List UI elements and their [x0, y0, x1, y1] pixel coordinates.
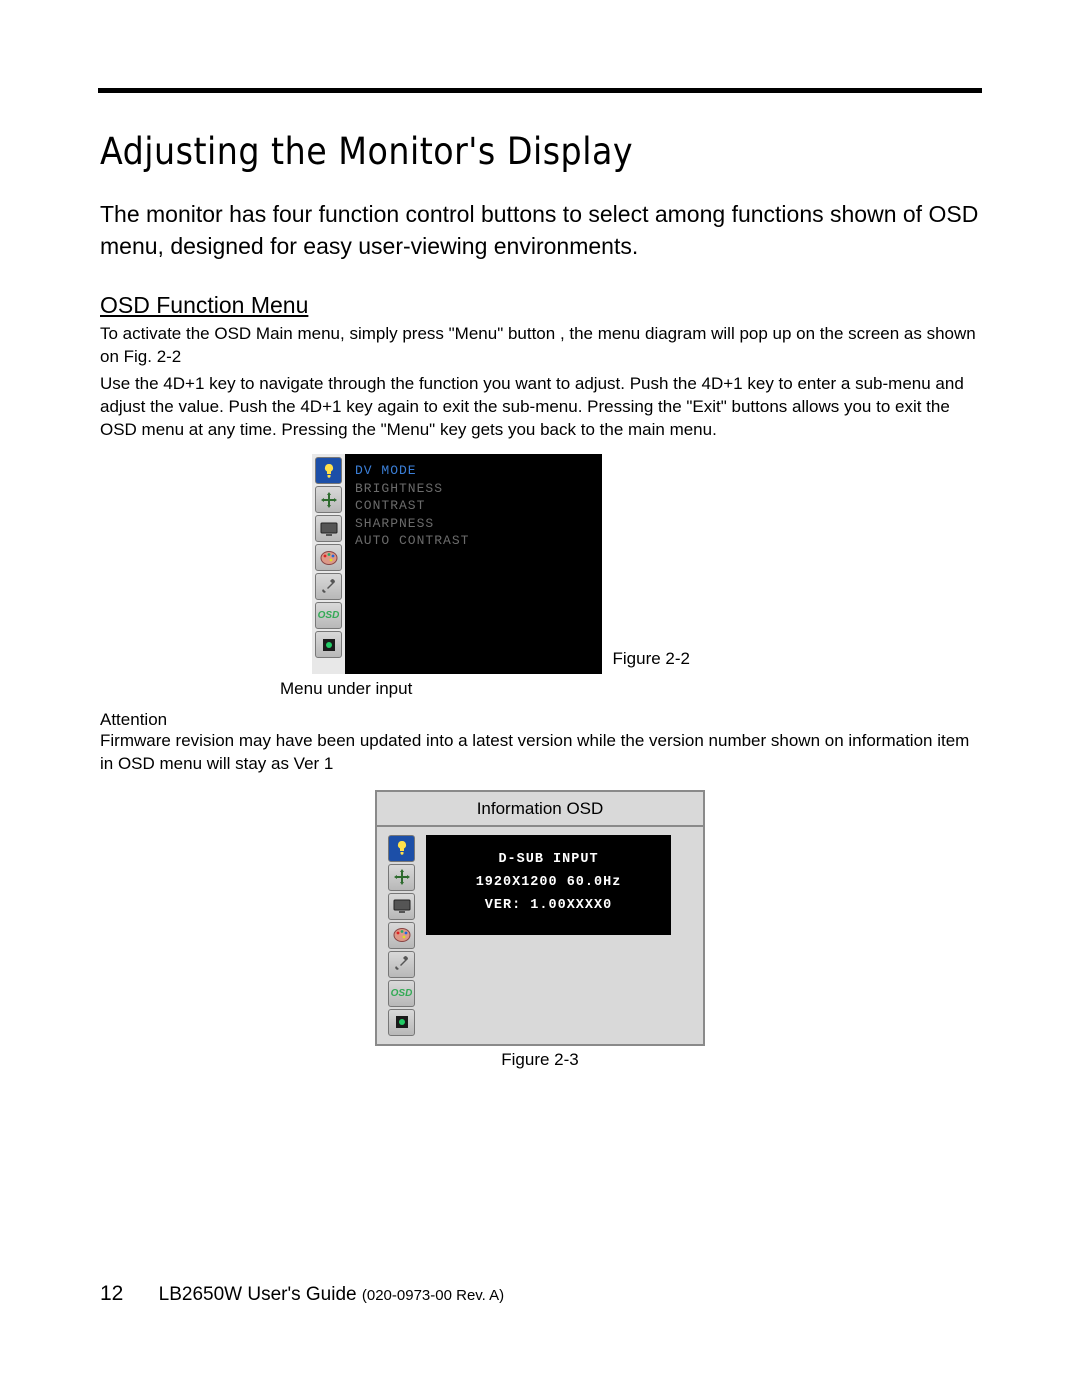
page-number: 12 [100, 1282, 123, 1305]
heading-osd-function: OSD Function Menu [100, 292, 980, 319]
info-osd-line: VER: 1.00XXXX0 [436, 895, 661, 918]
footer-revision: (020-0973-00 Rev. A) [362, 1287, 504, 1304]
osd-item: SHARPNESS [355, 515, 592, 533]
move-icon [315, 486, 342, 513]
page-footer: 12 LB2650W User's Guide (020-0973-00 Rev… [100, 1282, 504, 1306]
move-icon [388, 864, 415, 891]
figure-2-3-caption: Figure 2-3 [100, 1050, 980, 1070]
intro-paragraph: The monitor has four function control bu… [100, 198, 980, 262]
info-osd-line: 1920X1200 60.0Hz [436, 872, 661, 895]
osd-item: BRIGHTNESS [355, 480, 592, 498]
info-osd-padding [418, 935, 695, 1035]
palette-icon [315, 544, 342, 571]
attention-text: Firmware revision may have been updated … [100, 730, 980, 776]
osd-item: AUTO CONTRAST [355, 532, 592, 550]
osd-para-1: To activate the OSD Main menu, simply pr… [100, 323, 980, 369]
info-osd-line: D-SUB INPUT [436, 849, 661, 872]
figure-2-2-caption: Figure 2-2 [613, 649, 690, 669]
osd-item: DV MODE [355, 462, 592, 480]
palette-icon [388, 922, 415, 949]
osd-menu-screenshot-1: OSD DV MODE BRIGHTNESS CONTRAST SHARPNES… [312, 454, 602, 674]
screen-icon [388, 893, 415, 920]
bulb-icon [315, 457, 342, 484]
osd-icon: OSD [315, 602, 342, 629]
figure-2-2-area: OSD DV MODE BRIGHTNESS CONTRAST SHARPNES… [100, 454, 980, 704]
heading-adjusting: Adjusting the Monitor's Display [100, 130, 980, 173]
bulb-icon [388, 835, 415, 862]
menu-under-input-caption: Menu under input [280, 679, 412, 699]
attention-label: Attention [100, 710, 980, 730]
osd-para-2: Use the 4D+1 key to navigate through the… [100, 373, 980, 442]
dot-icon [388, 1009, 415, 1036]
screen-icon [315, 515, 342, 542]
footer-guide-title: LB2650W User's Guide [159, 1284, 357, 1305]
information-osd-title: Information OSD [377, 792, 703, 827]
header-rule [98, 88, 982, 93]
tools-icon [315, 573, 342, 600]
osd-menu-items: DV MODE BRIGHTNESS CONTRAST SHARPNESS AU… [345, 454, 602, 674]
information-osd-figure: Information OSD OSD D-SUB INPUT 1920X120… [375, 790, 705, 1046]
information-osd-body: OSD D-SUB INPUT 1920X1200 60.0Hz VER: 1.… [377, 827, 703, 1044]
osd-item: CONTRAST [355, 497, 592, 515]
info-osd-icon-column: OSD [385, 835, 418, 1036]
page-content: Adjusting the Monitor's Display The moni… [100, 120, 980, 1070]
dot-icon [315, 631, 342, 658]
tools-icon [388, 951, 415, 978]
osd-icon-column: OSD [312, 454, 345, 674]
info-osd-black-box: D-SUB INPUT 1920X1200 60.0Hz VER: 1.00XX… [426, 835, 671, 935]
osd-icon: OSD [388, 980, 415, 1007]
